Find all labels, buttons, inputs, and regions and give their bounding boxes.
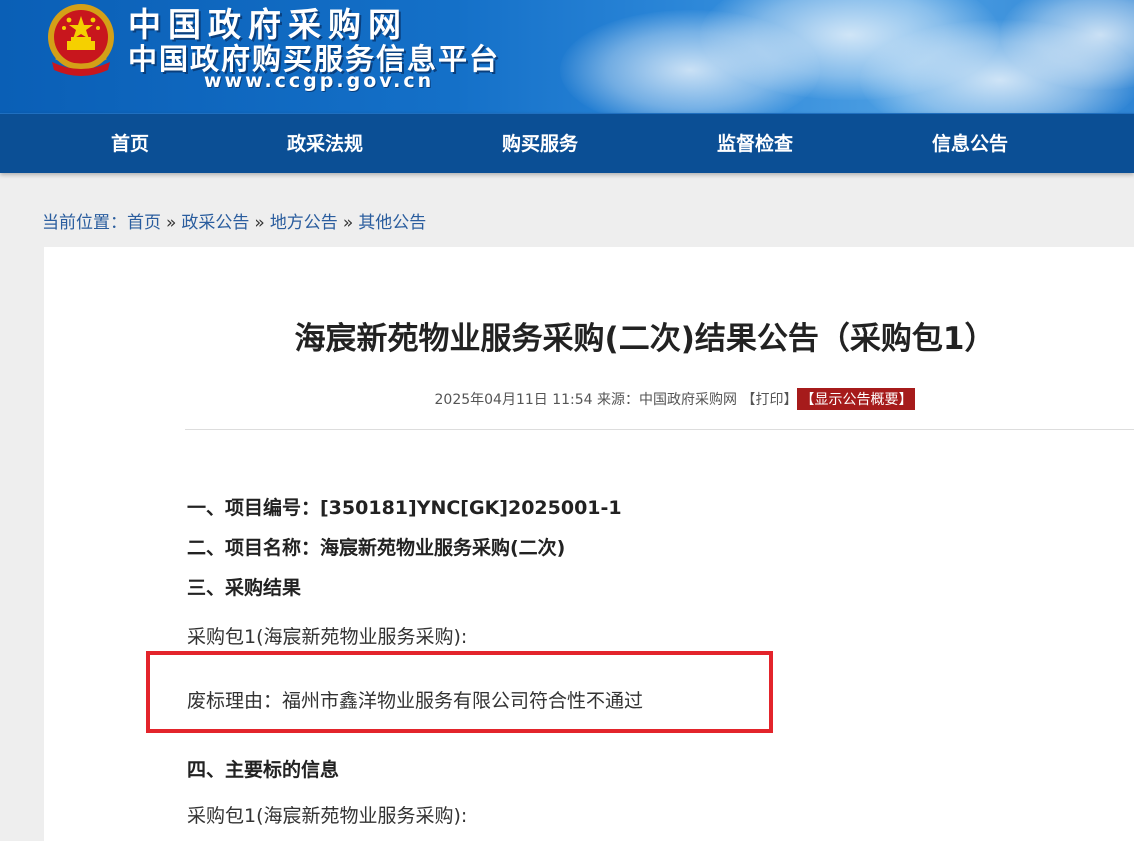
highlight-box — [146, 651, 773, 733]
project-name: 二、项目名称：海宸新苑物业服务采购(二次) — [187, 537, 566, 559]
result-heading: 三、采购结果 — [187, 577, 302, 599]
nav-item-supervision[interactable]: 监督检查 — [665, 114, 845, 174]
nav-item-announcements[interactable]: 信息公告 — [880, 114, 1060, 174]
breadcrumb-separator: » — [342, 213, 354, 233]
main-info-heading: 四、主要标的信息 — [187, 759, 340, 781]
breadcrumb-link-local[interactable]: 地方公告 — [270, 213, 338, 233]
package-line-2: 采购包1(海宸新苑物业服务采购): — [187, 805, 468, 827]
publish-date: 2025年04月11日 11:54 — [434, 392, 593, 408]
nav-item-purchase-services[interactable]: 购买服务 — [450, 114, 630, 174]
breadcrumb-link-home[interactable]: 首页 — [127, 213, 161, 233]
show-summary-button[interactable]: 【显示公告概要】 — [797, 388, 916, 410]
article-title: 海宸新苑物业服务采购(二次)结果公告（采购包1） — [294, 321, 996, 357]
nav-item-home[interactable]: 首页 — [40, 114, 220, 174]
title-divider — [185, 429, 1134, 430]
package-line: 采购包1(海宸新苑物业服务采购): — [187, 626, 468, 648]
site-url[interactable]: www.ccgp.gov.cn — [204, 70, 434, 92]
breadcrumb: 当前位置：首页» 政采公告» 地方公告» 其他公告 — [42, 208, 426, 233]
breadcrumb-prefix: 当前位置： — [42, 213, 127, 233]
print-link[interactable]: 【打印】 — [741, 392, 797, 408]
breadcrumb-link-procurement[interactable]: 政采公告 — [181, 213, 249, 233]
breadcrumb-separator: » — [254, 213, 265, 233]
national-emblem-icon[interactable] — [42, 0, 120, 78]
site-banner: 中国政府采购网 中国政府购买服务信息平台 www.ccgp.gov.cn — [0, 0, 1134, 113]
source-name: 中国政府采购网 — [639, 392, 738, 408]
article-card: 海宸新苑物业服务采购(二次)结果公告（采购包1） 2025年04月11日 11:… — [44, 247, 1134, 841]
source-label: 来源： — [597, 392, 640, 408]
nav-item-regulations[interactable]: 政采法规 — [235, 114, 415, 174]
main-nav: 首页 政采法规 购买服务 监督检查 信息公告 — [0, 113, 1134, 173]
breadcrumb-separator: » — [166, 213, 177, 233]
breadcrumb-link-other[interactable]: 其他公告 — [358, 213, 426, 233]
article-meta: 2025年04月11日 11:54 来源：中国政府采购网 【打印】 【显示公告概要… — [44, 388, 1134, 410]
project-number: 一、项目编号：[350181]YNC[GK]2025001-1 — [187, 497, 622, 519]
